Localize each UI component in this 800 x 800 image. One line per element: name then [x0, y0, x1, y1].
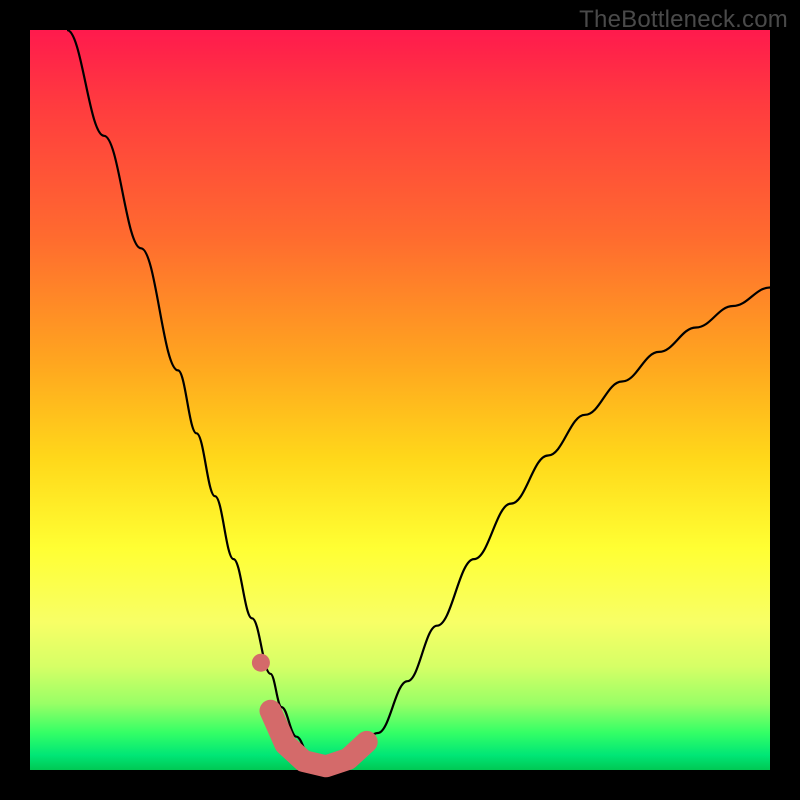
- plot-area: [30, 30, 770, 770]
- highlight-dot: [252, 654, 270, 672]
- watermark-text: TheBottleneck.com: [579, 6, 788, 34]
- chart-svg: [30, 30, 770, 770]
- highlight-valley: [271, 711, 367, 767]
- bottleneck-curve: [67, 30, 770, 766]
